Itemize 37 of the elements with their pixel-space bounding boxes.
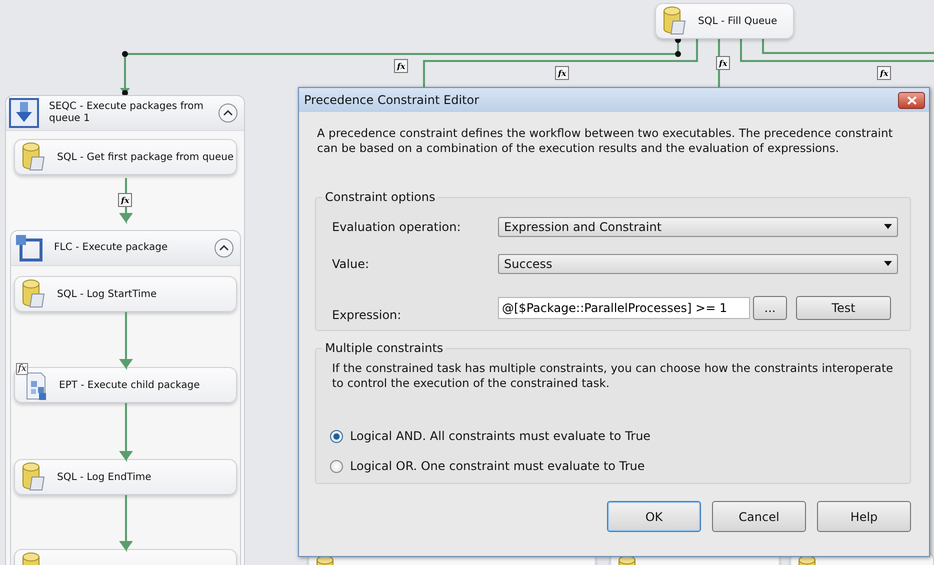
window-title: Precedence Constraint Editor [304, 93, 480, 107]
task-name: SQL - Fill Queue [698, 16, 778, 26]
task-node[interactable]: SQL - Get first package from queue [14, 139, 237, 175]
field-label: Expression: [332, 308, 402, 322]
radio-option[interactable]: Logical AND. All constraints must evaluate to True [330, 429, 898, 443]
group-title: Constraint options [324, 190, 436, 204]
expression-mark[interactable]: fx [555, 66, 570, 80]
expression-mark[interactable]: fx [716, 56, 730, 70]
expression-mark[interactable]: fx [877, 66, 892, 80]
task-name: EPT - Execute child package [59, 380, 200, 390]
container-title: SEQC - Execute packages from queue 1 [49, 101, 205, 125]
dialog-button[interactable]: Cancel [712, 501, 806, 532]
browse-button[interactable]: ... [753, 296, 787, 320]
radio-option[interactable]: Logical OR. One constraint must evaluate to True [330, 459, 898, 473]
expression-mark[interactable]: fx [394, 59, 408, 73]
dropdown[interactable]: Success [498, 254, 898, 274]
field-label: Evaluation operation: [332, 220, 462, 234]
task-node[interactable]: SQL - Log StartTime [14, 276, 237, 312]
test-button[interactable]: Test [796, 296, 891, 320]
dialog-button[interactable]: OK [607, 501, 701, 532]
task-name: SQL - Log EndTime [57, 472, 152, 482]
description-text: A precedence constraint defines the workflow between two executables. The precedence constraint can be based on a combination of the execution results and the evaluation of expressions. [317, 126, 894, 156]
loop-container[interactable]: FLC - Execute package SQL - Log StartTime fx EPT - Execute child package SQL - Log EndTime [10, 230, 241, 565]
task-node[interactable]: SQL - Fill Queue [655, 3, 794, 39]
task-name: SQL - Log StartTime [57, 288, 157, 300]
task-node[interactable]: SQL - Log EndTime [14, 459, 237, 495]
description-text: If the constrained task has multiple constraints, you can choose how the constraints interoperate to control the execution of the constrained task. [332, 361, 894, 391]
dialog-button[interactable]: Help [817, 501, 911, 532]
expression-badge: fx [16, 363, 28, 375]
field-label: Value: [332, 256, 370, 270]
container-title: FLC - Execute package [54, 242, 169, 254]
input-field[interactable]: @[$Package::ParallelProcesses] >= 1 [498, 297, 750, 319]
group-title: Multiple constraints [324, 341, 444, 355]
task-name: SQL - Get first package from queue [57, 152, 234, 162]
sequence-container[interactable]: SEQC - Execute packages from queue 1 SQL - Get first package from queue fx FLC - Execute package SQL - Log StartTime fx EPT - Execute child package SQL - Log EndTime [5, 95, 245, 565]
expression-mark[interactable]: fx [118, 193, 132, 207]
dropdown[interactable]: Expression and Constraint [498, 216, 898, 236]
